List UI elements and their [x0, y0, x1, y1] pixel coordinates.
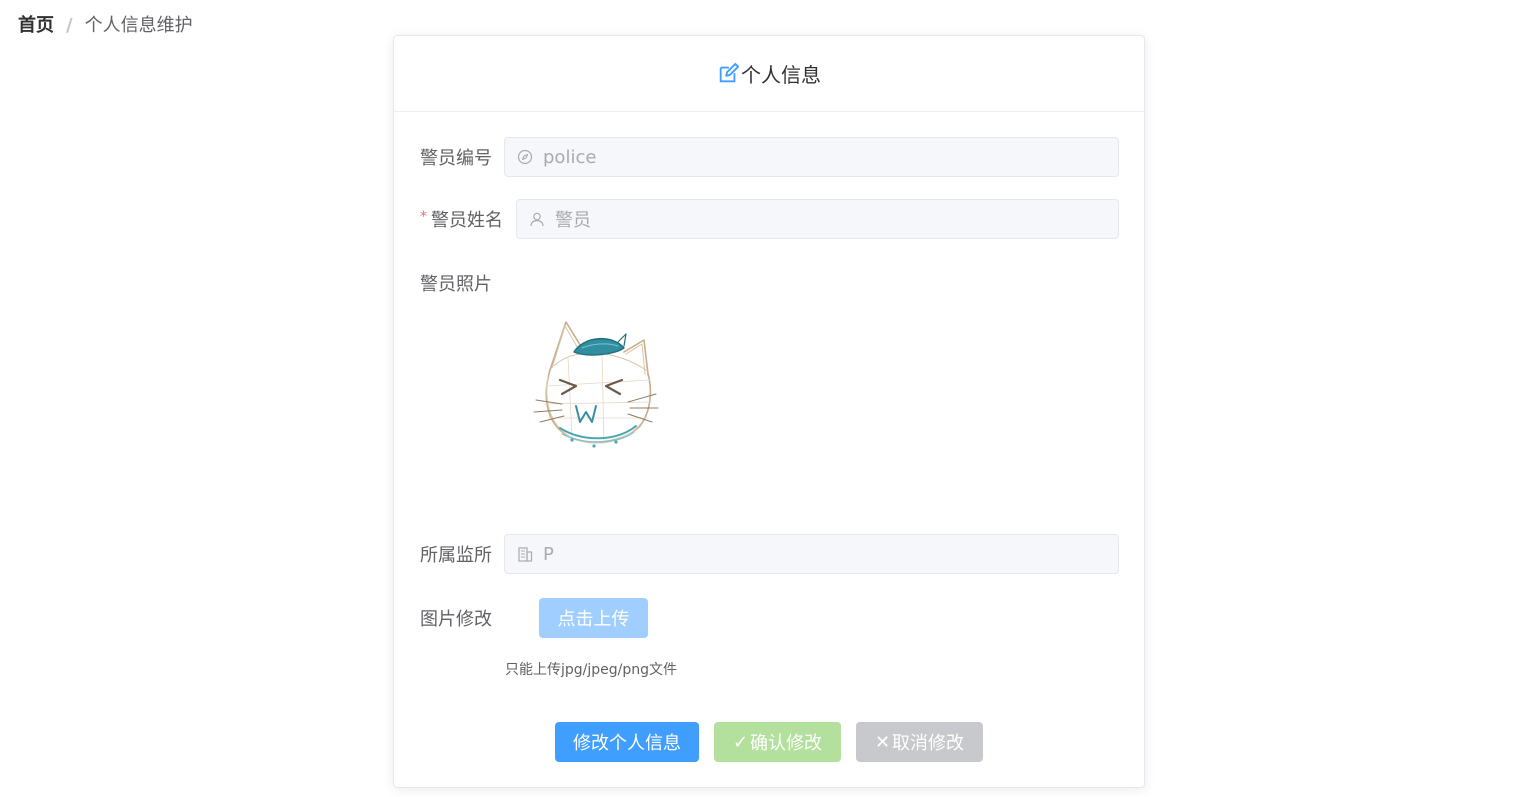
upload-button[interactable]: 点击上传 — [539, 598, 648, 638]
station-value: P — [543, 543, 554, 565]
police-id-row: 警员编号 — [420, 145, 492, 169]
police-id-input[interactable]: police — [504, 137, 1119, 177]
confirm-edit-button[interactable]: ✓ 确认修改 — [714, 722, 841, 762]
confirm-edit-label: 确认修改 — [750, 733, 823, 754]
required-mark: * — [420, 209, 427, 225]
station-input[interactable]: P — [504, 534, 1119, 574]
breadcrumb-separator: / — [66, 15, 73, 36]
upload-tip: 只能上传jpg/jpeg/png文件 — [505, 662, 678, 678]
check-icon: ✓ — [732, 731, 749, 753]
edit-profile-label: 修改个人信息 — [573, 733, 681, 754]
compass-icon — [517, 149, 533, 165]
breadcrumb-current: 个人信息维护 — [84, 15, 193, 36]
image-edit-label: 图片修改 — [420, 609, 492, 630]
police-photo-label: 警员照片 — [420, 274, 492, 295]
image-edit-row: 图片修改 — [420, 606, 492, 630]
office-building-icon — [518, 547, 533, 562]
cancel-edit-label: 取消修改 — [892, 733, 965, 754]
profile-card: 个人信息 警员编号 police * 警员姓名 警员 警员照片 所属监所 P 图… — [393, 35, 1145, 788]
police-photo — [533, 321, 659, 448]
breadcrumb: 首页 / 个人信息维护 — [18, 14, 193, 38]
cancel-edit-button[interactable]: ✕ 取消修改 — [856, 722, 983, 762]
police-name-label: 警员姓名 — [431, 210, 503, 231]
user-icon — [530, 212, 544, 227]
police-name-value: 警员 — [555, 210, 591, 231]
police-name-row: * 警员姓名 — [420, 207, 503, 231]
police-name-input[interactable]: 警员 — [516, 199, 1119, 239]
card-title: 个人信息 — [741, 63, 821, 87]
card-header: 个人信息 — [394, 36, 1144, 112]
police-photo-row: 警员照片 — [420, 271, 492, 295]
edit-icon — [719, 62, 739, 82]
close-icon: ✕ — [874, 731, 891, 753]
breadcrumb-home[interactable]: 首页 — [18, 14, 54, 38]
police-id-label: 警员编号 — [420, 148, 492, 169]
police-id-value: police — [543, 146, 597, 168]
station-label: 所属监所 — [420, 545, 492, 566]
edit-profile-button[interactable]: 修改个人信息 — [555, 722, 699, 762]
station-row: 所属监所 — [420, 542, 492, 566]
